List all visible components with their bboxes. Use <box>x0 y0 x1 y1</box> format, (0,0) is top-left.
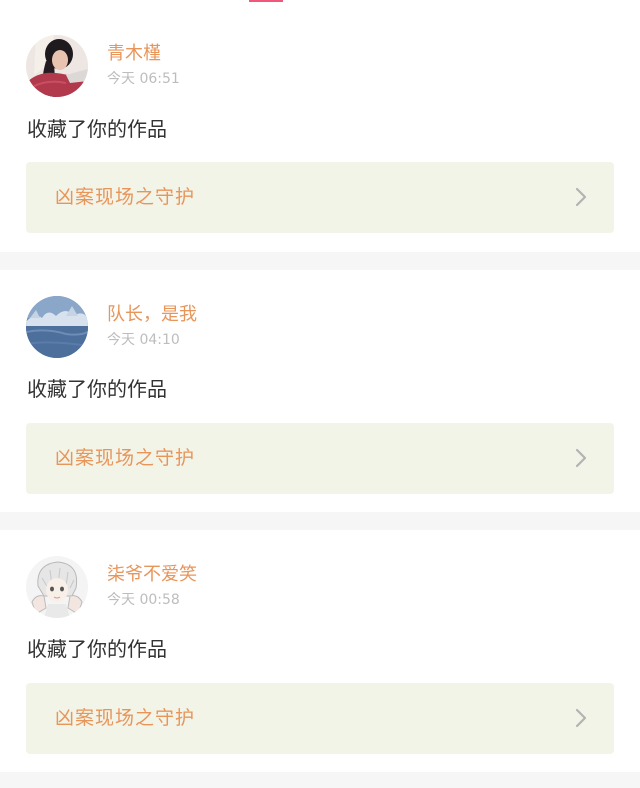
user-avatar[interactable] <box>26 35 88 97</box>
active-tab-indicator <box>249 0 283 2</box>
user-avatar[interactable] <box>26 296 88 358</box>
timestamp: 今天 00:58 <box>107 592 180 608</box>
notification-card: 队长，是我 今天 04:10 收藏了你的作品 凶案现场之守护 <box>0 270 640 512</box>
timestamp: 今天 06:51 <box>107 71 180 87</box>
action-text: 收藏了你的作品 <box>27 377 167 401</box>
action-text: 收藏了你的作品 <box>27 117 167 141</box>
user-avatar[interactable] <box>26 556 88 618</box>
work-link[interactable]: 凶案现场之守护 <box>26 683 614 754</box>
action-text: 收藏了你的作品 <box>27 637 167 661</box>
chevron-right-icon <box>575 448 587 468</box>
work-title: 凶案现场之守护 <box>55 447 196 469</box>
work-link[interactable]: 凶案现场之守护 <box>26 162 614 233</box>
username[interactable]: 队长，是我 <box>107 304 197 326</box>
timestamp: 今天 04:10 <box>107 332 180 348</box>
work-title: 凶案现场之守护 <box>55 707 196 729</box>
work-title: 凶案现场之守护 <box>55 186 196 208</box>
username[interactable]: 青木槿 <box>107 43 161 65</box>
notification-card: 柒爷不爱笑 今天 00:58 收藏了你的作品 凶案现场之守护 <box>0 530 640 772</box>
chevron-right-icon <box>575 187 587 207</box>
avatar-girl-red-sweater-icon <box>26 35 88 97</box>
avatar-snowy-landscape-icon <box>26 296 88 358</box>
notification-card: 青木槿 今天 06:51 收藏了你的作品 凶案现场之守护 <box>0 0 640 252</box>
chevron-right-icon <box>575 708 587 728</box>
work-link[interactable]: 凶案现场之守护 <box>26 423 614 494</box>
avatar-anime-white-hair-icon <box>26 556 88 618</box>
username[interactable]: 柒爷不爱笑 <box>107 564 197 586</box>
